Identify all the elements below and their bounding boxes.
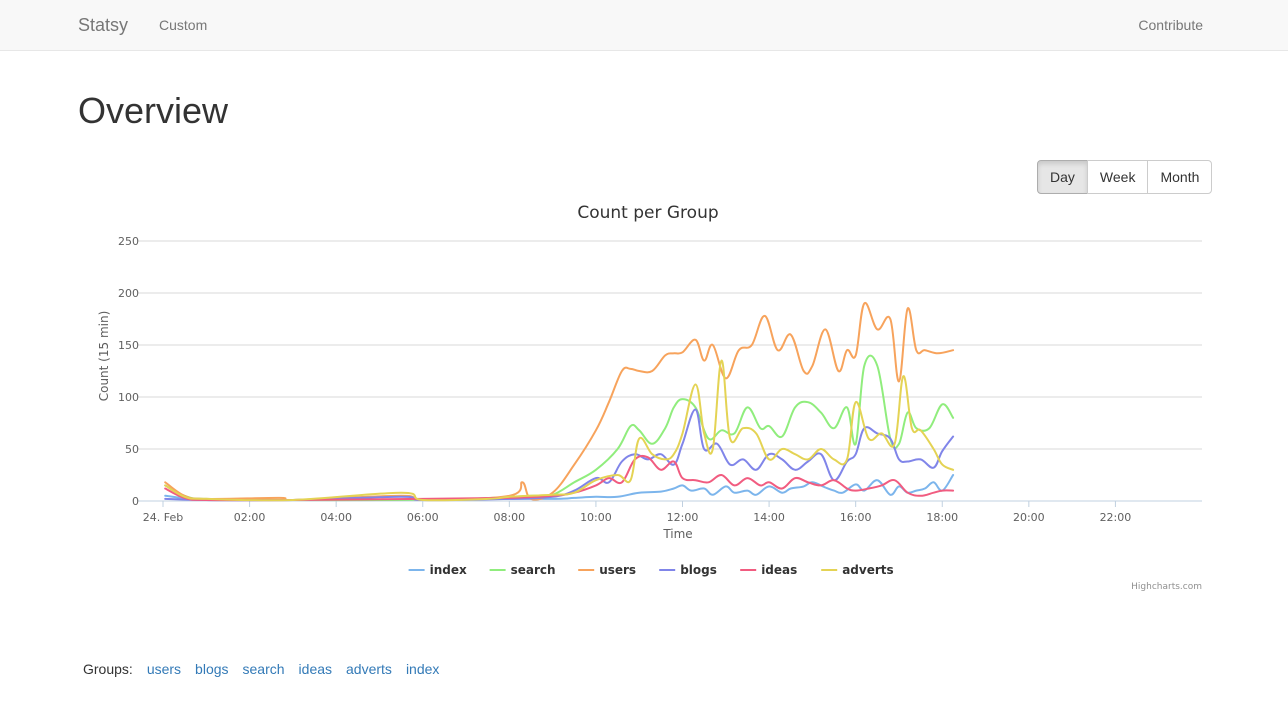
- legend-label: users: [599, 563, 636, 577]
- legend-item-blogs[interactable]: blogs: [659, 563, 717, 577]
- day-button[interactable]: Day: [1037, 160, 1088, 194]
- series-line-users[interactable]: [164, 302, 955, 502]
- x-tick-label: 16:00: [840, 511, 872, 524]
- legend-item-ideas[interactable]: ideas: [740, 563, 797, 577]
- brand-link[interactable]: Statsy: [78, 15, 128, 36]
- y-tick-label: 250: [118, 235, 139, 248]
- y-tick-label: 0: [132, 495, 139, 508]
- legend-item-adverts[interactable]: adverts: [821, 563, 894, 577]
- y-axis-title: Count (15 min): [97, 311, 111, 402]
- navbar: Statsy Custom Contribute: [0, 0, 1288, 51]
- chart-series: [164, 302, 955, 502]
- legend-item-users[interactable]: users: [578, 563, 636, 577]
- y-axis-ticks: 0 50 100 150 200 250: [118, 235, 139, 508]
- x-tick-label: 18:00: [926, 511, 958, 524]
- group-link-blogs[interactable]: blogs: [195, 661, 228, 677]
- x-tick-label: 08:00: [493, 511, 525, 524]
- group-link-search[interactable]: search: [243, 661, 285, 677]
- x-tick-label: 14:00: [753, 511, 785, 524]
- legend-item-index[interactable]: index: [408, 563, 467, 577]
- legend-label: blogs: [680, 563, 717, 577]
- x-tick-label: 20:00: [1013, 511, 1045, 524]
- x-tick-label: 10:00: [580, 511, 612, 524]
- legend-label: ideas: [761, 563, 797, 577]
- week-button[interactable]: Week: [1086, 160, 1149, 194]
- legend-label: adverts: [842, 563, 893, 577]
- y-tick-label: 150: [118, 339, 139, 352]
- count-per-group-chart: Count per Group 0 50 100 150 200 250 24. Feb 0…: [97, 203, 1202, 592]
- series-line-search[interactable]: [164, 354, 955, 502]
- legend-item-search[interactable]: search: [489, 563, 556, 577]
- page-title: Overview: [78, 90, 229, 131]
- x-tick-label: 12:00: [667, 511, 699, 524]
- groups-label: Groups:: [83, 661, 133, 677]
- credits-link[interactable]: Highcharts.com: [1131, 582, 1202, 592]
- y-tick-label: 50: [125, 443, 139, 456]
- x-tick-label: 02:00: [234, 511, 266, 524]
- group-link-ideas[interactable]: ideas: [299, 661, 332, 677]
- month-button[interactable]: Month: [1147, 160, 1213, 194]
- group-link-users[interactable]: users: [147, 661, 181, 677]
- x-axis-ticks: 24. Feb 02:00 04:00 06:00 08:00 10:00 12:00 14:…: [143, 501, 1132, 524]
- chart-legend: index search users blogs ideas adverts: [408, 563, 894, 577]
- group-link-adverts[interactable]: adverts: [346, 661, 392, 677]
- groups-bar: Groups: users blogs search ideas adverts…: [83, 661, 439, 677]
- legend-label: search: [511, 563, 556, 577]
- x-tick-label: 22:00: [1100, 511, 1132, 524]
- group-link-index[interactable]: index: [406, 661, 439, 677]
- x-tick-label: 06:00: [407, 511, 439, 524]
- time-range-button-group: Day Week Month: [1037, 160, 1213, 194]
- y-tick-label: 100: [118, 391, 139, 404]
- y-tick-label: 200: [118, 287, 139, 300]
- x-tick-label: 04:00: [320, 511, 352, 524]
- nav-link-custom[interactable]: Custom: [159, 17, 207, 33]
- chart-title: Count per Group: [577, 203, 718, 223]
- nav-link-contribute[interactable]: Contribute: [1138, 17, 1203, 33]
- legend-label: index: [430, 563, 467, 577]
- x-axis-title: Time: [662, 527, 692, 541]
- x-tick-label: 24. Feb: [143, 511, 183, 524]
